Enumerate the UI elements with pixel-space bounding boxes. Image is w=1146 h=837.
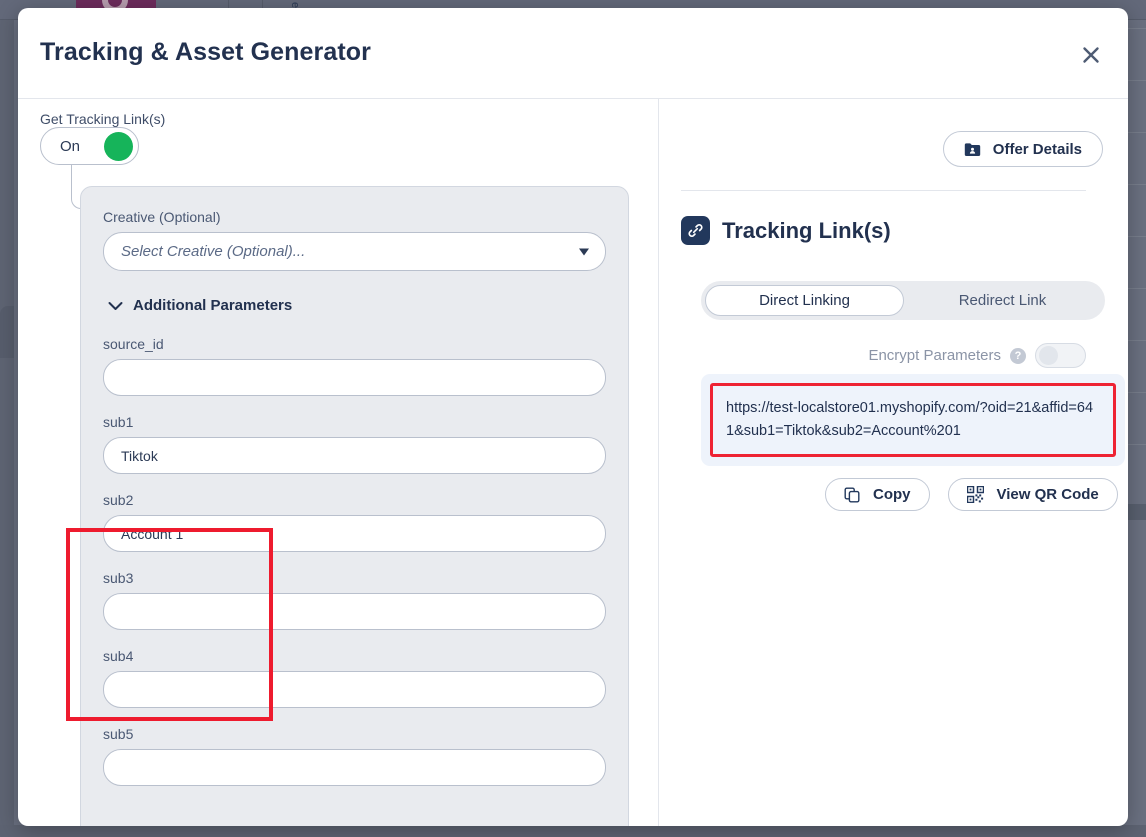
chevron-down-icon [108,301,123,310]
copy-icon [844,487,860,502]
page-title: Tracking & Asset Generator [40,38,371,66]
source-id-input[interactable] [103,359,606,396]
creative-select-placeholder: Select Creative (Optional)... [121,243,306,260]
tracking-link-container: https://test-localstore01.myshopify.com/… [701,374,1125,466]
left-form-pane: Get Tracking Link(s) On Creative (Option… [18,99,658,826]
field-group-sub4: sub4 [103,648,606,708]
copy-button[interactable]: Copy [825,478,930,511]
additional-parameters-card: Creative (Optional) Select Creative (Opt… [80,186,629,826]
source-id-label: source_id [103,336,164,352]
offer-details-button[interactable]: Offer Details [942,131,1103,167]
tracking-links-section-header: Tracking Link(s) [681,216,891,245]
field-group-sub3: sub3 [103,570,606,630]
encrypt-parameters-row: Encrypt Parameters ? [868,343,1086,368]
view-qr-code-button-label: View QR Code [996,486,1099,503]
background-left-rail [0,20,14,837]
tracking-asset-generator-modal: Tracking & Asset Generator Get Tracking … [18,8,1128,826]
right-results-pane: Offer Details Tracking Link(s) Direct Li… [659,99,1128,826]
field-group-sub2: sub2 [103,492,606,552]
creative-select[interactable]: Select Creative (Optional)... [103,232,606,271]
tab-direct-linking[interactable]: Direct Linking [705,285,904,316]
help-icon[interactable]: ? [1010,347,1026,364]
tab-redirect-link-label: Redirect Link [958,292,1047,309]
sub2-label: sub2 [103,492,134,508]
sub5-label: sub5 [103,726,134,742]
field-group-sub5: sub5 [103,726,606,786]
link-type-tabs: Direct Linking Redirect Link [701,281,1105,320]
right-pane-divider [681,190,1086,191]
field-group-source-id: source_id [103,336,606,396]
copy-button-label: Copy [873,486,911,503]
offer-details-label: Offer Details [992,140,1082,158]
tracking-link-highlight: https://test-localstore01.myshopify.com/… [710,383,1116,457]
sub1-input[interactable] [103,437,606,474]
toggle-state-label: On [60,137,81,155]
sub1-label: sub1 [103,414,134,430]
close-icon[interactable] [1076,40,1106,70]
background-left-rail-segment [0,306,14,358]
get-tracking-links-toggle[interactable]: On [40,127,139,165]
chevron-down-icon [579,248,589,255]
encrypt-parameters-label: Encrypt Parameters [868,347,1001,364]
link-chain-icon [681,216,710,245]
qr-code-icon [966,486,984,503]
modal-body: Get Tracking Link(s) On Creative (Option… [18,99,1128,826]
encrypt-toggle-knob [1039,346,1058,365]
field-group-sub1: sub1 [103,414,606,474]
tab-direct-linking-label: Direct Linking [759,292,850,309]
sub5-input[interactable] [103,749,606,786]
sub3-input[interactable] [103,593,606,630]
tracking-link-actions: Copy View QR Code [825,478,1118,511]
creative-field-group: Creative (Optional) Select Creative (Opt… [103,209,606,271]
sub2-input[interactable] [103,515,606,552]
view-qr-code-button[interactable]: View QR Code [947,478,1118,511]
tab-redirect-link[interactable]: Redirect Link [904,285,1101,316]
encrypt-parameters-toggle[interactable] [1035,343,1086,368]
tracking-links-title: Tracking Link(s) [722,217,891,243]
folder-contact-icon [964,142,980,156]
creative-label: Creative (Optional) [103,209,221,225]
additional-parameters-accordion[interactable]: Additional Parameters [108,297,606,314]
toggle-knob [104,132,133,161]
background-bottom-strip [0,825,1146,837]
sub4-input[interactable] [103,671,606,708]
sub3-label: sub3 [103,570,134,586]
sub4-label: sub4 [103,648,134,664]
tracking-toggle-label: Get Tracking Link(s) [40,111,166,127]
accordion-label: Additional Parameters [133,297,293,314]
modal-header: Tracking & Asset Generator [18,8,1128,99]
tracking-link-text[interactable]: https://test-localstore01.myshopify.com/… [726,397,1100,443]
